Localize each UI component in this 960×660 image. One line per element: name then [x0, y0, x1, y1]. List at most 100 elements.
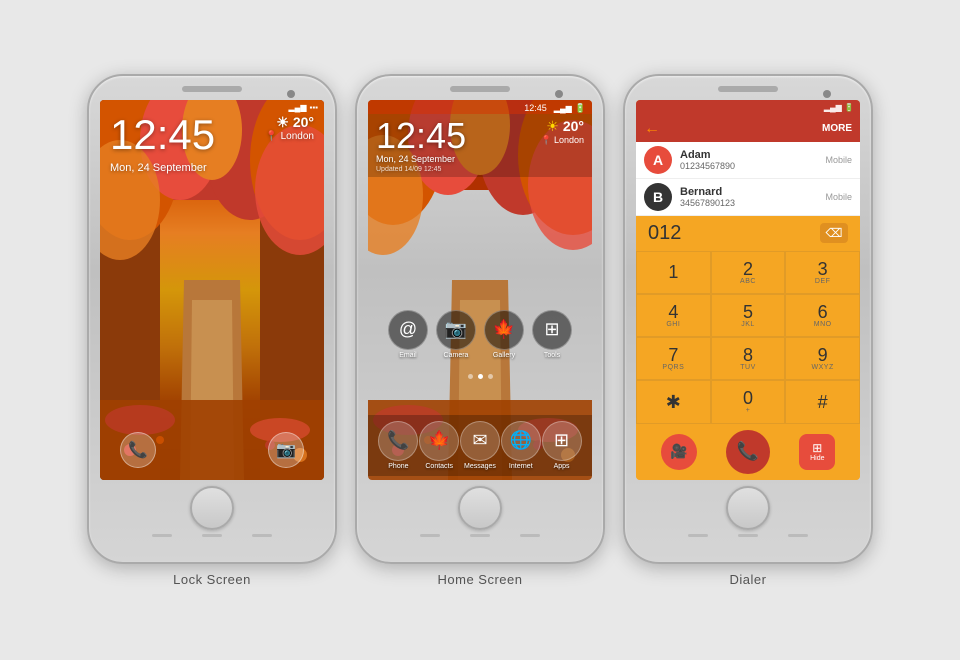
key-0[interactable]: 0 + [711, 380, 786, 423]
phone-home-button-2[interactable] [458, 486, 502, 530]
dock-contacts[interactable]: 🍁 Contacts [419, 421, 459, 470]
phone-camera-2 [555, 90, 563, 98]
phone-speaker-2 [450, 86, 510, 92]
dialer-number: 012 [648, 222, 681, 245]
app-camera-label: Camera [444, 352, 469, 359]
dot-2 [478, 374, 483, 379]
dialer-screen: ▂▄▆ 🔋 ← MORE A Adam [636, 100, 860, 480]
homescreen-bg: 12:45 ▂▄▆ 🔋 12:45 Mon, 24 September Upda… [368, 100, 592, 480]
dialer-display: 012 ⌫ [636, 216, 860, 251]
contact-adam[interactable]: A Adam 01234567890 Mobile [636, 142, 860, 179]
key-9[interactable]: 9 WXYZ [785, 337, 860, 380]
contact-adam-type: Mobile [825, 155, 852, 165]
dialer-more-button[interactable]: MORE [822, 123, 852, 134]
app-gallery[interactable]: 🍁 Gallery [484, 310, 524, 359]
hs-time-status: 12:45 [524, 103, 547, 113]
dialer-keypad: 1 2 ABC 3 DEF 4 GHI [636, 251, 860, 424]
dock-phone-label: Phone [388, 463, 408, 470]
app-camera[interactable]: 📷 Camera [436, 310, 476, 359]
ls-location-pin: 📍 [265, 131, 280, 142]
hs-updated: Updated 14/09 12:45 [376, 166, 466, 173]
dot-1 [468, 374, 473, 379]
soft-btn-recent [252, 534, 272, 537]
dock-messages[interactable]: ✉ Messages [460, 421, 500, 470]
soft-btn-home-3 [738, 534, 758, 537]
phone-home-button[interactable] [190, 486, 234, 530]
dialer-status-bar: ▂▄▆ 🔋 [636, 100, 860, 116]
soft-btn-back [152, 534, 172, 537]
ls-date: Mon, 24 September [110, 162, 207, 174]
dock-messages-icon[interactable]: ✉ [460, 421, 500, 461]
contact-adam-info: Adam 01234567890 [680, 149, 817, 171]
homescreen-wrapper: 12:45 ▂▄▆ 🔋 12:45 Mon, 24 September Upda… [355, 74, 605, 587]
app-email-label: Email [399, 352, 417, 359]
dialer-app: ▂▄▆ 🔋 ← MORE A Adam [636, 100, 860, 480]
ls-status-bar: ▂▄▆ ▪▪▪ [100, 100, 324, 112]
hs-location-pin: 📍 [541, 135, 552, 146]
app-tools-icon[interactable]: ⊞ [532, 310, 572, 350]
soft-btn-recent-2 [520, 534, 540, 537]
hs-widget: 12:45 Mon, 24 September Updated 14/09 12… [368, 114, 592, 177]
dock-apps-label: Apps [554, 463, 570, 470]
dialer-backspace-button[interactable]: ⌫ [820, 223, 848, 243]
dock-phone-icon[interactable]: 📞 [378, 421, 418, 461]
contact-bernard[interactable]: B Bernard 34567890123 Mobile [636, 179, 860, 216]
hs-status-icons: 12:45 ▂▄▆ 🔋 [524, 103, 586, 114]
key-3[interactable]: 3 DEF [785, 251, 860, 294]
key-1[interactable]: 1 [636, 251, 711, 294]
dock-phone[interactable]: 📞 Phone [378, 421, 418, 470]
contact-adam-avatar: A [644, 146, 672, 174]
hs-dock: 📞 Phone 🍁 Contacts ✉ Messages 🌐 [368, 415, 592, 476]
dock-contacts-icon[interactable]: 🍁 [419, 421, 459, 461]
phone-home-button-3[interactable] [726, 486, 770, 530]
ls-location: 📍 London [265, 131, 314, 142]
ls-bottom-icons: 📞 📷 [100, 432, 324, 468]
dock-internet-label: Internet [509, 463, 533, 470]
key-8[interactable]: 8 TUV [711, 337, 786, 380]
app-gallery-icon[interactable]: 🍁 [484, 310, 524, 350]
lockscreen-wrapper: ▂▄▆ ▪▪▪ 12:45 Mon, 24 September ☀ 20° [87, 74, 337, 587]
contact-bernard-info: Bernard 34567890123 [680, 186, 817, 208]
ls-time: 12:45 [110, 114, 215, 156]
key-hash[interactable]: # [785, 380, 860, 423]
dialer-wrapper: ▂▄▆ 🔋 ← MORE A Adam [623, 74, 873, 587]
key-4[interactable]: 4 GHI [636, 294, 711, 337]
homescreen-screen: 12:45 ▂▄▆ 🔋 12:45 Mon, 24 September Upda… [368, 100, 592, 480]
dialer-phone: ▂▄▆ 🔋 ← MORE A Adam [623, 74, 873, 564]
lockscreen-bg: ▂▄▆ ▪▪▪ 12:45 Mon, 24 September ☀ 20° [100, 100, 324, 480]
dock-contacts-label: Contacts [425, 463, 453, 470]
dock-apps-icon[interactable]: ⊞ [542, 421, 582, 461]
key-2[interactable]: 2 ABC [711, 251, 786, 294]
lockscreen-screen: ▂▄▆ ▪▪▪ 12:45 Mon, 24 September ☀ 20° [100, 100, 324, 480]
app-email[interactable]: @ Email [388, 310, 428, 359]
contact-bernard-type: Mobile [825, 192, 852, 202]
ls-battery-icon: ▪▪▪ [309, 103, 318, 112]
hs-dots [368, 374, 592, 379]
dialer-contacts: A Adam 01234567890 Mobile B [636, 142, 860, 216]
ls-weather: ☀ 20° 📍 London [265, 114, 314, 142]
app-camera-icon[interactable]: 📷 [436, 310, 476, 350]
phone-speaker-3 [718, 86, 778, 92]
contact-adam-number: 01234567890 [680, 161, 817, 171]
dialer-call-button[interactable]: 📞 [726, 430, 770, 474]
app-email-icon[interactable]: @ [388, 310, 428, 350]
hs-weather-icon: ☀ [546, 118, 559, 135]
dock-internet-icon[interactable]: 🌐 [501, 421, 541, 461]
hs-status-bar: 12:45 ▂▄▆ 🔋 [368, 100, 592, 114]
key-6[interactable]: 6 MNO [785, 294, 860, 337]
dialer-hide-button[interactable]: ⊞ Hide [799, 434, 835, 470]
hs-location: London [554, 135, 584, 145]
contact-bernard-number: 34567890123 [680, 198, 817, 208]
key-7[interactable]: 7 PQRS [636, 337, 711, 380]
ls-phone-icon[interactable]: 📞 [120, 432, 156, 468]
ls-weather-icon: ☀ [276, 114, 292, 130]
ls-camera-icon[interactable]: 📷 [268, 432, 304, 468]
dialer-bottom: 🎥 📞 ⊞ Hide [636, 424, 860, 480]
app-tools[interactable]: ⊞ Tools [532, 310, 572, 359]
dock-apps[interactable]: ⊞ Apps [542, 421, 582, 470]
dialer-back-button[interactable]: ← [644, 120, 660, 138]
dialer-video-button[interactable]: 🎥 [661, 434, 697, 470]
key-star[interactable]: ✱ [636, 380, 711, 423]
dock-internet[interactable]: 🌐 Internet [501, 421, 541, 470]
key-5[interactable]: 5 JKL [711, 294, 786, 337]
